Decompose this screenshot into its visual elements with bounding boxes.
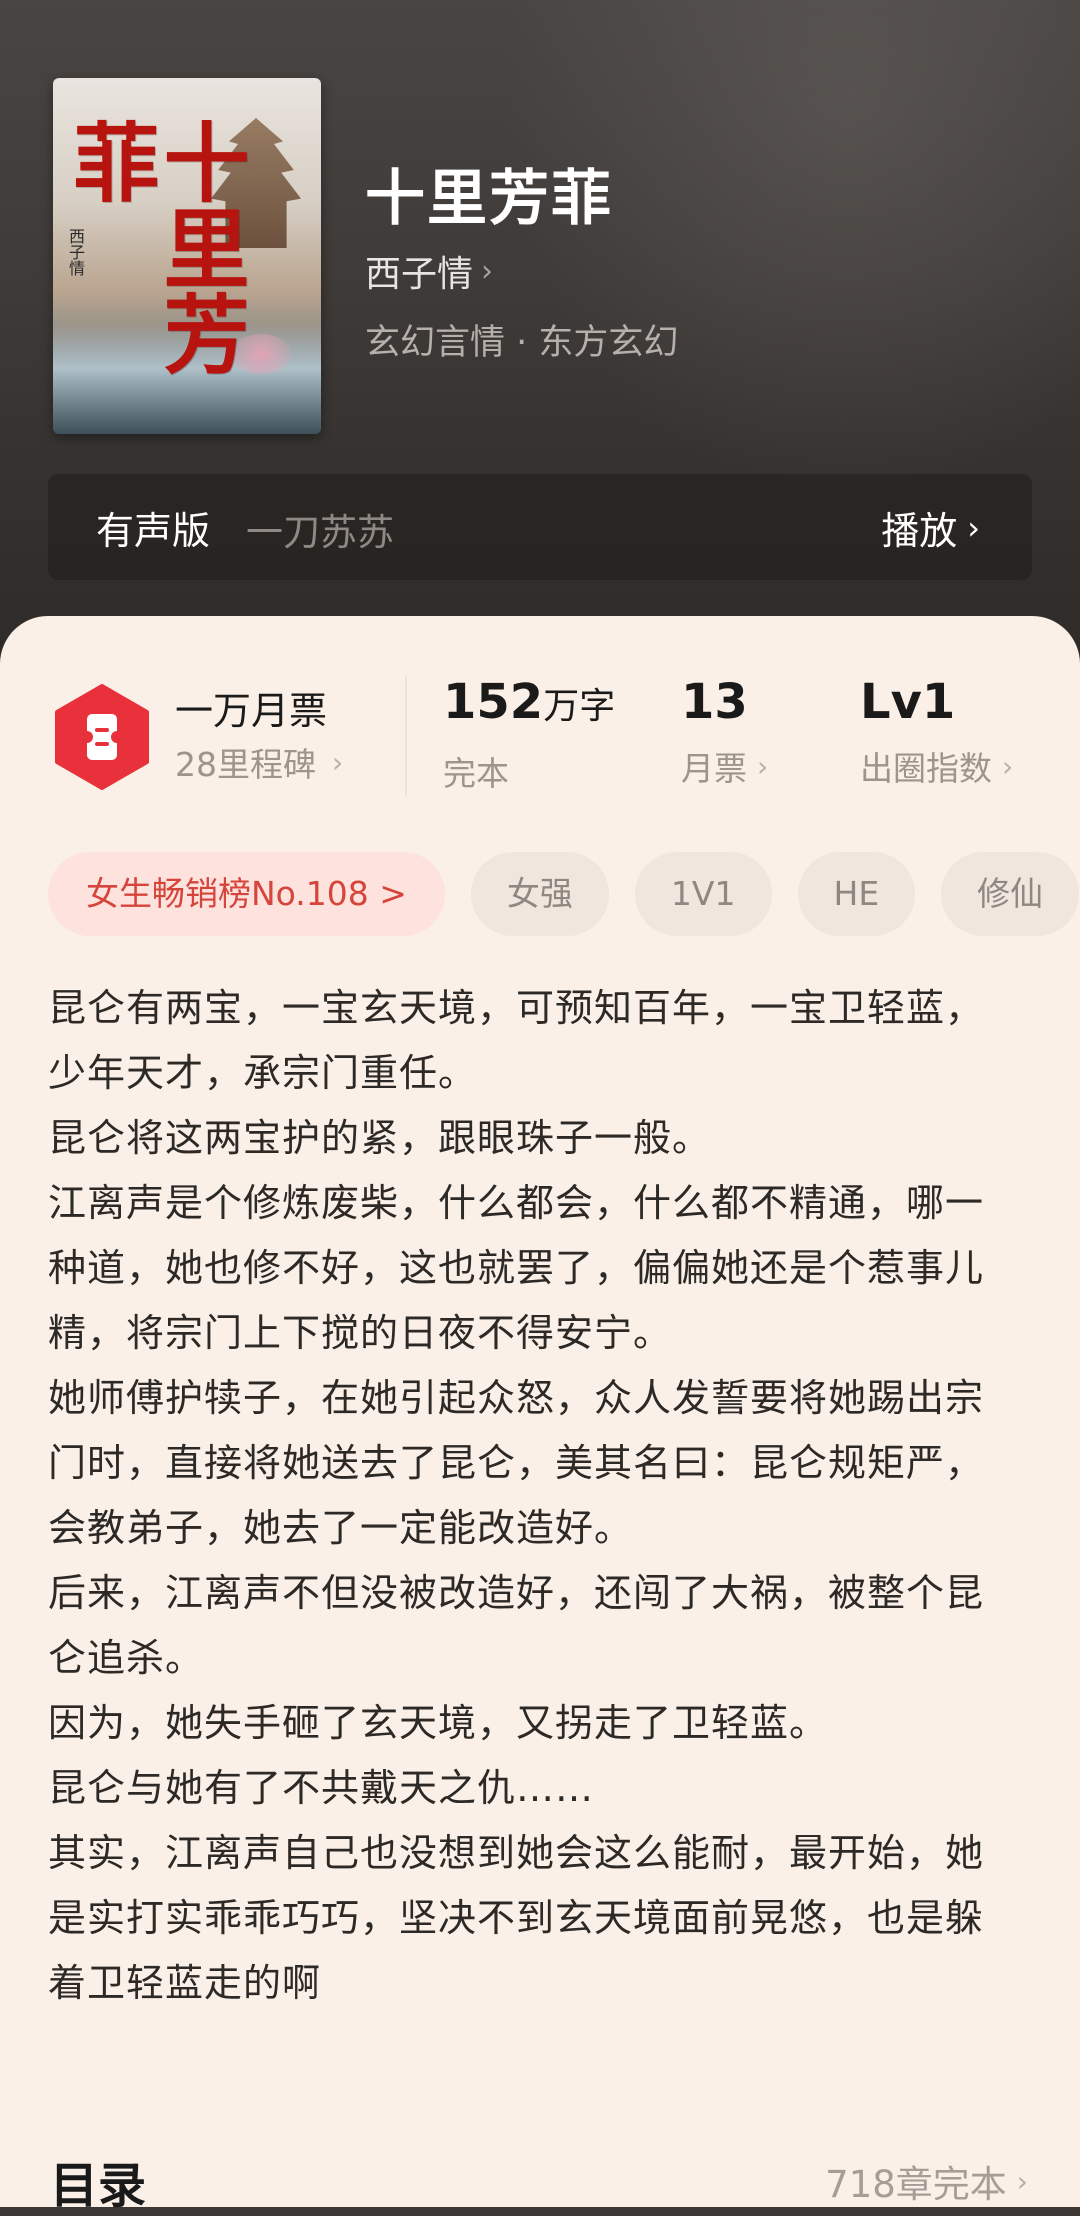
chevron-right-icon: › [1016,2164,1028,2198]
word-count-stat: 152万字 完本 [443,672,615,795]
audio-play-label: 播放 [881,509,958,553]
tag-chip[interactable]: 1V1 [634,852,772,936]
header-backdrop [500,0,1080,500]
table-of-contents-title: 目录 [50,2158,147,2214]
book-cover[interactable]: 十里芳菲 西子情 [53,78,321,434]
synopsis-paragraph: 因为，她失手砸了玄天境，又拐走了卫轻蓝。 [48,1701,829,1745]
chevron-right-icon: › [967,508,980,547]
monthly-ticket-stat[interactable]: 13 月票 › [681,672,768,790]
word-count-unit: 万字 [543,686,616,727]
synopsis-paragraph: 昆仑有两宝，一宝玄天境，可预知百年，一宝卫轻蓝，少年天才，承宗门重任。 [48,986,985,1095]
audio-narrator: 一刀苏苏 [246,511,394,554]
audio-version-bar[interactable]: 有声版 一刀苏苏 播放 › [48,474,1032,580]
tag-chip[interactable]: 女强 [470,852,609,936]
synopsis-paragraph: 昆仑将这两宝护的紧，跟眼珠子一般。 [48,1116,712,1160]
cover-author-art: 西子情 [66,228,85,276]
audio-play-button[interactable]: 播放 › [881,500,980,555]
tag-chip[interactable]: HE [797,852,916,936]
influence-level-value: Lv1 [860,674,956,730]
book-detail-sheet: 一万月票 28里程碑 › 152万字 完本 13 月票 › Lv1 出圈指数 ›… [0,616,1080,2214]
word-count-value-row: 152万字 [443,672,615,737]
stats-divider [405,676,407,796]
ranking-tag[interactable]: 女生畅销榜No.108 > [48,852,445,936]
book-title: 十里芳菲 [365,164,613,234]
chevron-right-icon: › [757,749,769,783]
monthly-ticket-value: 13 [681,674,748,730]
monthly-milestone-link[interactable]: 28里程碑 › [175,738,343,786]
tag-list: 女生畅销榜No.108 > 女强 1V1 HE 修仙 [48,852,1080,936]
book-header: 十里芳菲 西子情 十里芳菲 西子情 › 玄幻言情 · 东方玄幻 有声版 一刀苏苏… [0,0,1080,680]
chapter-count: 718章完本 [825,2163,1007,2206]
chevron-right-icon: › [1002,749,1014,783]
influence-index-stat[interactable]: Lv1 出圈指数 › [860,672,1013,790]
synopsis-paragraph: 昆仑与她有了不共戴天之仇…… [48,1766,595,1810]
chevron-right-icon: › [481,253,494,289]
audio-version-label: 有声版 [96,509,211,553]
synopsis-paragraph: 她师傅护犊子，在她引起众怒，众人发誓要将她踢出宗门时，直接将她送去了昆仑，美其名… [48,1376,985,1550]
word-count-value: 152 [443,674,544,730]
synopsis-paragraph: 江离声是个修炼废柴，什么都会，什么都不精通，哪一种道，她也修不好，这也就罢了，偏… [48,1181,985,1355]
tag-chip[interactable]: 修仙 [941,852,1080,936]
monthly-ticket-label: 月票 [681,749,747,788]
monthly-milestone-title[interactable]: 一万月票 [175,680,327,735]
monthly-ticket-link[interactable]: 月票 › [681,742,768,790]
completion-status: 完本 [443,754,509,793]
synopsis-paragraph: 后来，江离声不但没被改造好，还闯了大祸，被整个昆仑追杀。 [48,1571,985,1680]
monthly-milestone-subtitle: 28里程碑 [175,745,316,784]
ticket-badge-icon [55,684,149,790]
table-of-contents-link[interactable]: 718章完本 › [825,2154,1028,2208]
author-name: 西子情 [365,254,474,295]
influence-index-link[interactable]: 出圈指数 › [860,742,1013,790]
synopsis-paragraph: 其实，江离声自己也没想到她会这么能耐，最开始，她是实打实乖乖巧巧，坚决不到玄天境… [48,1831,985,2005]
genre-label: 玄幻言情 · 东方玄幻 [365,323,679,363]
book-synopsis[interactable]: 昆仑有两宝，一宝玄天境，可预知百年，一宝卫轻蓝，少年天才，承宗门重任。 昆仑将这… [48,976,1008,2016]
influence-index-label: 出圈指数 [860,749,992,788]
chevron-right-icon: › [332,745,344,779]
author-link[interactable]: 西子情 › [365,245,493,297]
